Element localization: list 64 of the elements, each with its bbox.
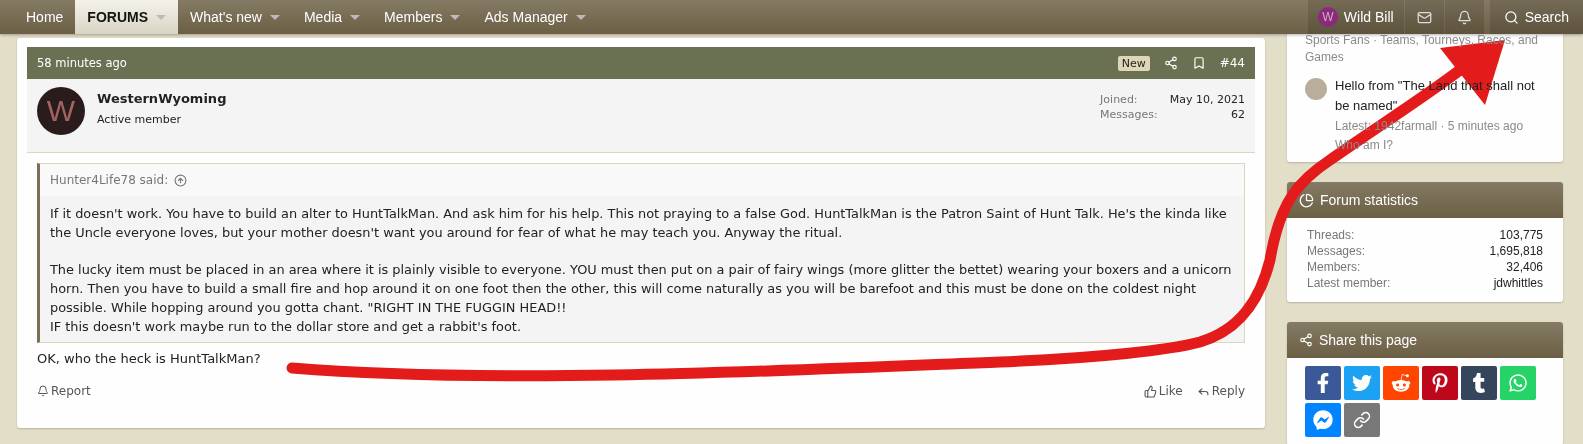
search-button[interactable]: Search: [1489, 0, 1583, 34]
author-name[interactable]: WesternWyoming: [97, 91, 1089, 106]
inbox-button[interactable]: [1404, 0, 1444, 34]
stat-label: Messages:: [1100, 108, 1158, 121]
like-link[interactable]: Like: [1143, 384, 1183, 398]
pie-chart-icon: [1299, 192, 1314, 208]
stat-value: 1,695,818: [1489, 244, 1543, 258]
stat-label: Joined:: [1100, 93, 1139, 106]
alien-icon: [1391, 373, 1411, 393]
post-number[interactable]: #44: [1219, 56, 1245, 70]
post-time[interactable]: 58 minutes ago: [37, 56, 1104, 70]
nav-tab[interactable]: FORUMS: [75, 0, 179, 34]
stat-value: 32,406: [1505, 260, 1543, 274]
search-icon: [1503, 9, 1519, 25]
messenger-icon: [1313, 410, 1333, 430]
author-avatar[interactable]: W: [37, 87, 85, 135]
share-button[interactable]: [1305, 366, 1341, 400]
quote-paragraph: The lucky item must be placed in an area where it is plainly visible to everyone. YOU must then put on a pair of fairy wings (more glitter the bettet) wearing your boxers and a unicorn horn. Then you have to build a small fire and hop around it on one foot then the other, this will come naturally as you will be barefoot and this must be done on the coldest night possible. While hopping around you gotta chant. "RIGHT IN THE FUGGIN HEAD!! IF this doesn't work maybe run to the dollar store and get a rabbit's foot.: [50, 261, 1233, 336]
post-text: OK, who the heck is HuntTalkMan?: [37, 351, 262, 366]
bell-icon: [1456, 9, 1472, 25]
nav-tab[interactable]: Media: [291, 0, 373, 34]
thumbs-up-icon: [1143, 384, 1157, 398]
share-button[interactable]: [1422, 366, 1458, 400]
user-name: Wild Bill: [1343, 9, 1394, 25]
stat-label: Members:: [1307, 260, 1362, 274]
caret-icon[interactable]: [269, 14, 280, 20]
stat-value: 62: [1230, 108, 1245, 121]
share-icon: [1299, 333, 1313, 347]
phone-bubble-icon: [1508, 373, 1528, 393]
bookmark-icon[interactable]: [1191, 56, 1206, 70]
bell-icon: [37, 385, 49, 397]
author-title: Active member: [97, 113, 182, 126]
card-title: Share this page: [1319, 332, 1418, 348]
arrow-up-icon[interactable]: [174, 173, 188, 187]
quote-paragraph: If it doesn't work. You have to build an alter to HuntTalkMan. And ask him for his help. This not praying to a false God. HuntTalkMan is the Patron Saint of Hunt Talk. He's the kinda like the Uncle everyone loves, but your mother doesn't want you around for fear of what he may teach you. Anyway the ritual.: [50, 205, 1228, 242]
new-label: New: [1117, 55, 1150, 71]
bird-icon: [1352, 373, 1372, 393]
report-link[interactable]: Report: [37, 384, 91, 398]
card-title: Forum statistics: [1320, 192, 1418, 208]
stat-value: jdwhittles: [1492, 276, 1543, 290]
share-icon[interactable]: [1163, 56, 1178, 70]
caret-icon[interactable]: [350, 14, 361, 20]
nav-tab[interactable]: Members: [372, 0, 473, 34]
stat-label: Messages:: [1307, 244, 1367, 258]
caret-icon[interactable]: [450, 14, 461, 20]
nav-tab[interactable]: What's new: [178, 0, 292, 34]
share-button[interactable]: [1461, 366, 1497, 400]
share-button[interactable]: [1344, 403, 1380, 437]
stat-label: Latest member:: [1307, 276, 1392, 290]
p-letter-icon: [1430, 373, 1450, 393]
nav-tab[interactable]: Home: [14, 0, 76, 34]
stat-label: Threads:: [1307, 228, 1356, 242]
link-icon: [1353, 411, 1371, 429]
nav-tab[interactable]: Ads Manager: [472, 0, 598, 34]
stat-value: 103,775: [1498, 228, 1543, 242]
quote-author[interactable]: Hunter4Life78 said:: [50, 173, 169, 187]
reply-link[interactable]: Reply: [1196, 384, 1245, 398]
alerts-button[interactable]: [1444, 0, 1484, 34]
member-avatar[interactable]: [1305, 78, 1327, 100]
caret-icon[interactable]: [575, 14, 586, 20]
user-avatar: W: [1317, 7, 1338, 27]
stat-value: May 10, 2021: [1169, 93, 1245, 106]
user-menu[interactable]: W Wild Bill: [1307, 0, 1404, 34]
mail-icon: [1416, 9, 1432, 25]
